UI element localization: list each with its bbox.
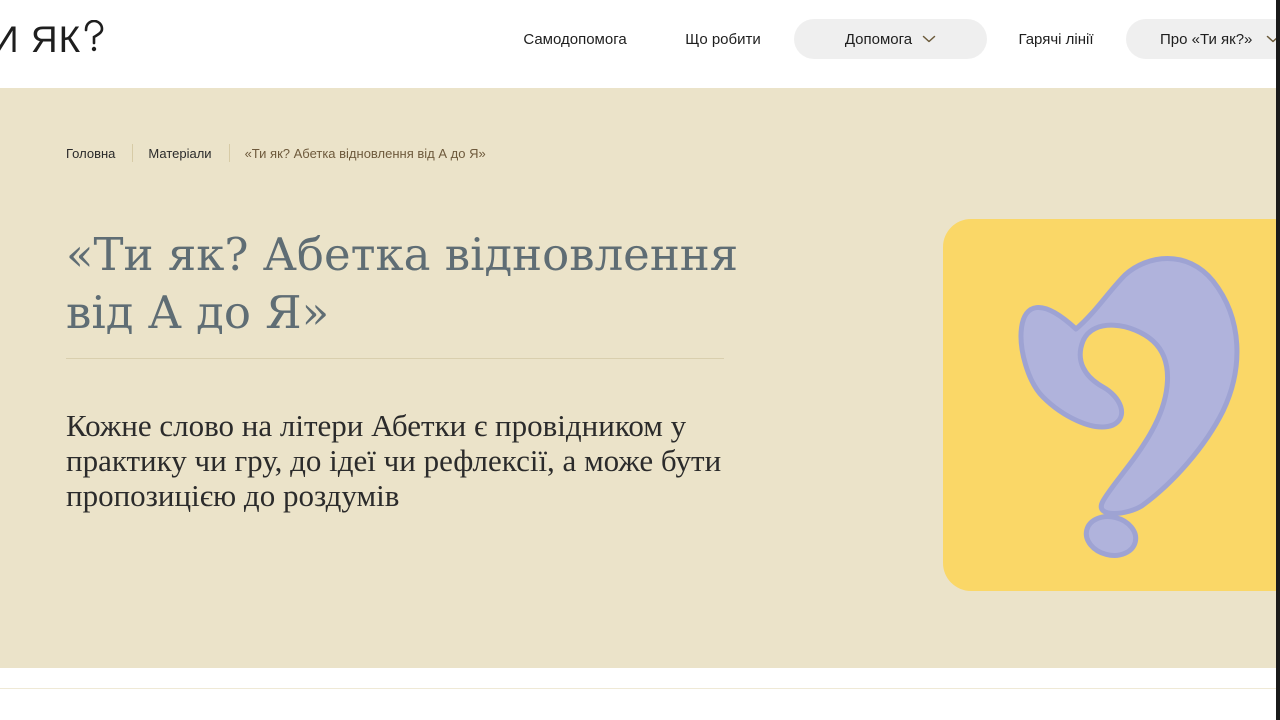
breadcrumb-current: «Ти як? Абетка відновлення від А до Я»	[244, 145, 486, 161]
hero-section: Головна Матеріали «Ти як? Абетка відновл…	[0, 88, 1280, 668]
nav-item-label: Про «Ти як?»	[1160, 30, 1253, 48]
nav-item-label: Гарячі лінії	[1018, 30, 1094, 48]
content-start	[0, 668, 1280, 720]
nav-item-help-dropdown[interactable]: Допомога	[794, 19, 987, 59]
question-mark-illustration	[1018, 256, 1240, 558]
site-header: И ЯК Самодопомога Що робити Допомога Гар…	[0, 0, 1280, 88]
breadcrumb-separator	[132, 144, 134, 162]
nav-item-self-help[interactable]: Самодопомога	[500, 19, 650, 59]
title-divider	[66, 358, 724, 359]
nav-item-what-to-do[interactable]: Що робити	[668, 19, 778, 59]
hero-illustration	[943, 219, 1280, 591]
chevron-down-icon	[922, 35, 936, 43]
nav-item-label: Допомога	[844, 30, 913, 48]
breadcrumb-materials[interactable]: Матеріали	[148, 146, 211, 161]
nav-item-about-dropdown[interactable]: Про «Ти як?»	[1126, 19, 1280, 59]
window-edge	[1276, 0, 1280, 720]
nav-item-label: Що робити	[685, 30, 761, 48]
nav-item-hotlines[interactable]: Гарячі лінії	[1004, 19, 1108, 59]
page-title: «Ти як? Абетка відновлення від А до Я»	[66, 228, 739, 339]
main-nav: Самодопомога Що робити Допомога Гарячі л…	[0, 19, 1280, 59]
breadcrumb-home[interactable]: Головна	[66, 146, 115, 161]
breadcrumb-separator	[228, 144, 230, 162]
page-lead: Кожне слово на літери Абетки є провідник…	[66, 408, 722, 513]
nav-item-label: Самодопомога	[523, 30, 627, 48]
section-divider	[0, 688, 1280, 689]
breadcrumb: Головна Матеріали «Ти як? Абетка відновл…	[66, 144, 486, 162]
